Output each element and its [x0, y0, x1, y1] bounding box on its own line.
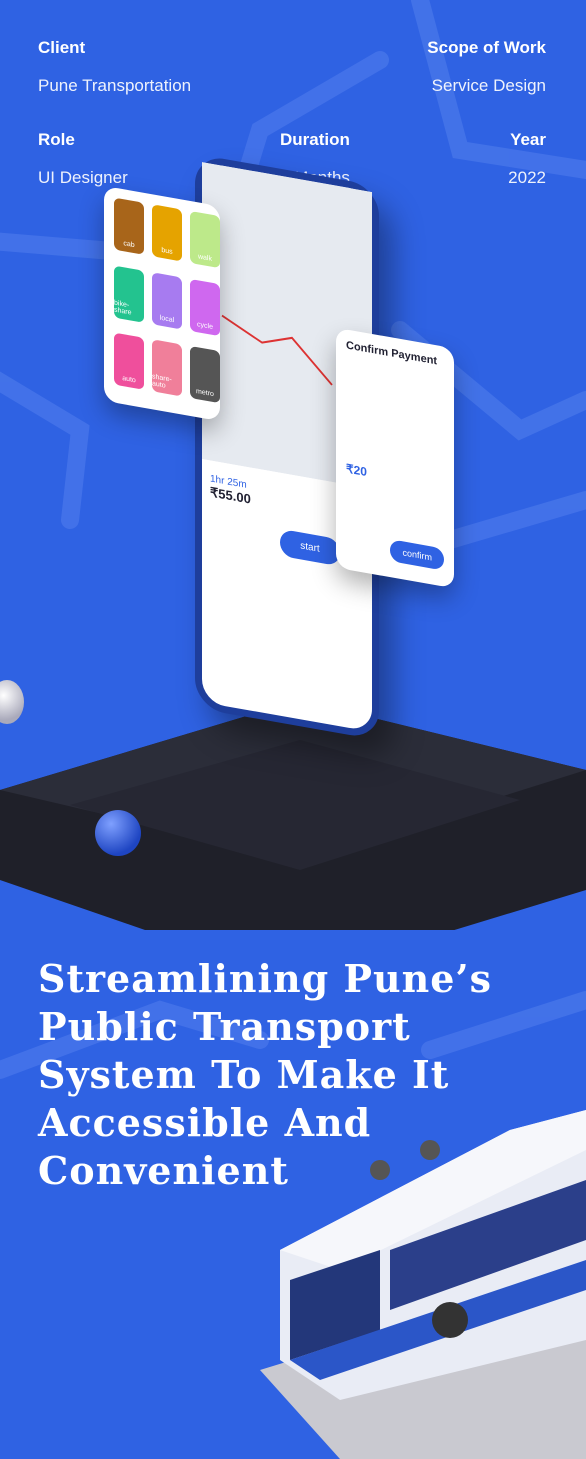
bus-illustration [260, 1110, 586, 1459]
mode-tile-local[interactable]: local [152, 271, 182, 330]
mode-tile-auto[interactable]: auto [114, 332, 144, 391]
pedestal [0, 710, 586, 930]
confirm-button[interactable]: confirm [390, 539, 444, 571]
confirm-payment-card: Confirm Payment ₹20 confirm [336, 327, 454, 589]
client-value: Pune Transportation [38, 76, 192, 95]
mode-tile-cab[interactable]: cab [114, 197, 144, 255]
mode-tile-bus[interactable]: bus [152, 204, 182, 262]
phone-mockup-scene: 1hr 25m ₹55.00 start cab bus walk bike-shar… [0, 153, 586, 930]
mode-tile-share-auto[interactable]: share-auto [152, 339, 182, 397]
year-label: Year [510, 130, 546, 149]
mode-tile-bike-share[interactable]: bike-share [114, 265, 144, 323]
blue-sphere [95, 810, 141, 856]
client-label: Client [38, 38, 86, 57]
mode-tile-cycle[interactable]: cycle [190, 278, 220, 336]
start-button[interactable]: start [280, 528, 340, 567]
scope-value: Service Design [431, 76, 546, 95]
payment-fare: ₹20 [346, 461, 367, 480]
role-label: Role [38, 130, 75, 149]
confirm-title: Confirm Payment [346, 339, 438, 368]
duration-label: Duration [280, 130, 350, 149]
mode-tile-walk[interactable]: walk [190, 210, 220, 269]
client-info: Client Pune Transportation [38, 38, 191, 96]
mode-tile-metro[interactable]: metro [190, 346, 220, 404]
transport-mode-grid: cab bus walk bike-share local cycle auto share-… [104, 185, 220, 422]
scope-info: Scope of Work Service Design [427, 38, 546, 96]
scope-label: Scope of Work [427, 38, 546, 57]
